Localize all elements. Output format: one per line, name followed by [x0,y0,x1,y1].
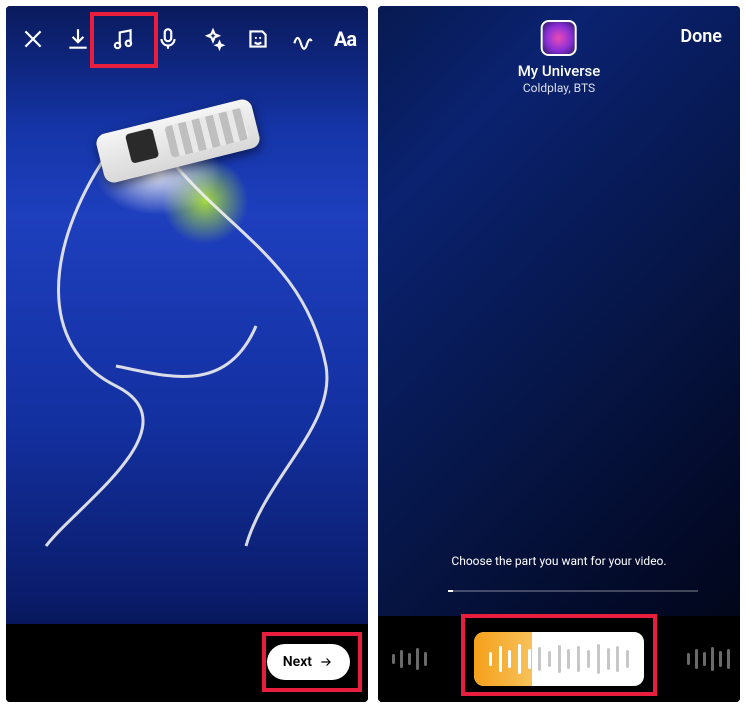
album-art [541,20,577,56]
story-editor-screen: Aa Next [6,6,368,702]
download-icon[interactable] [63,24,92,54]
sparkles-icon[interactable] [199,24,228,54]
song-title: My Universe [518,62,601,80]
scrubber-strip [378,616,740,702]
song-progress-line[interactable] [448,590,698,592]
selected-song[interactable]: My Universe Coldplay, BTS [518,20,601,95]
next-button[interactable]: Next [267,644,350,680]
audio-clip-scrubber[interactable] [474,632,644,686]
microphone-icon[interactable] [153,24,182,54]
instruction-text: Choose the part you want for your video. [378,554,740,568]
music-icon[interactable] [108,24,137,54]
next-button-label: Next [283,654,312,670]
scribble-icon[interactable] [289,24,318,54]
earphone-wires [6,6,368,636]
waveform-outside-left [392,616,427,702]
photo-preview-dimmed [378,6,740,702]
song-artist: Coldplay, BTS [518,81,601,95]
text-tool-button[interactable]: Aa [334,27,356,51]
scrubber-waveform [474,632,644,686]
done-button[interactable]: Done [680,26,722,47]
editor-toolbar: Aa [18,24,356,54]
sticker-icon[interactable] [244,24,273,54]
close-icon[interactable] [18,24,47,54]
waveform-outside-right [687,616,730,702]
music-picker-screen: Done My Universe Coldplay, BTS Choose th… [378,6,740,702]
